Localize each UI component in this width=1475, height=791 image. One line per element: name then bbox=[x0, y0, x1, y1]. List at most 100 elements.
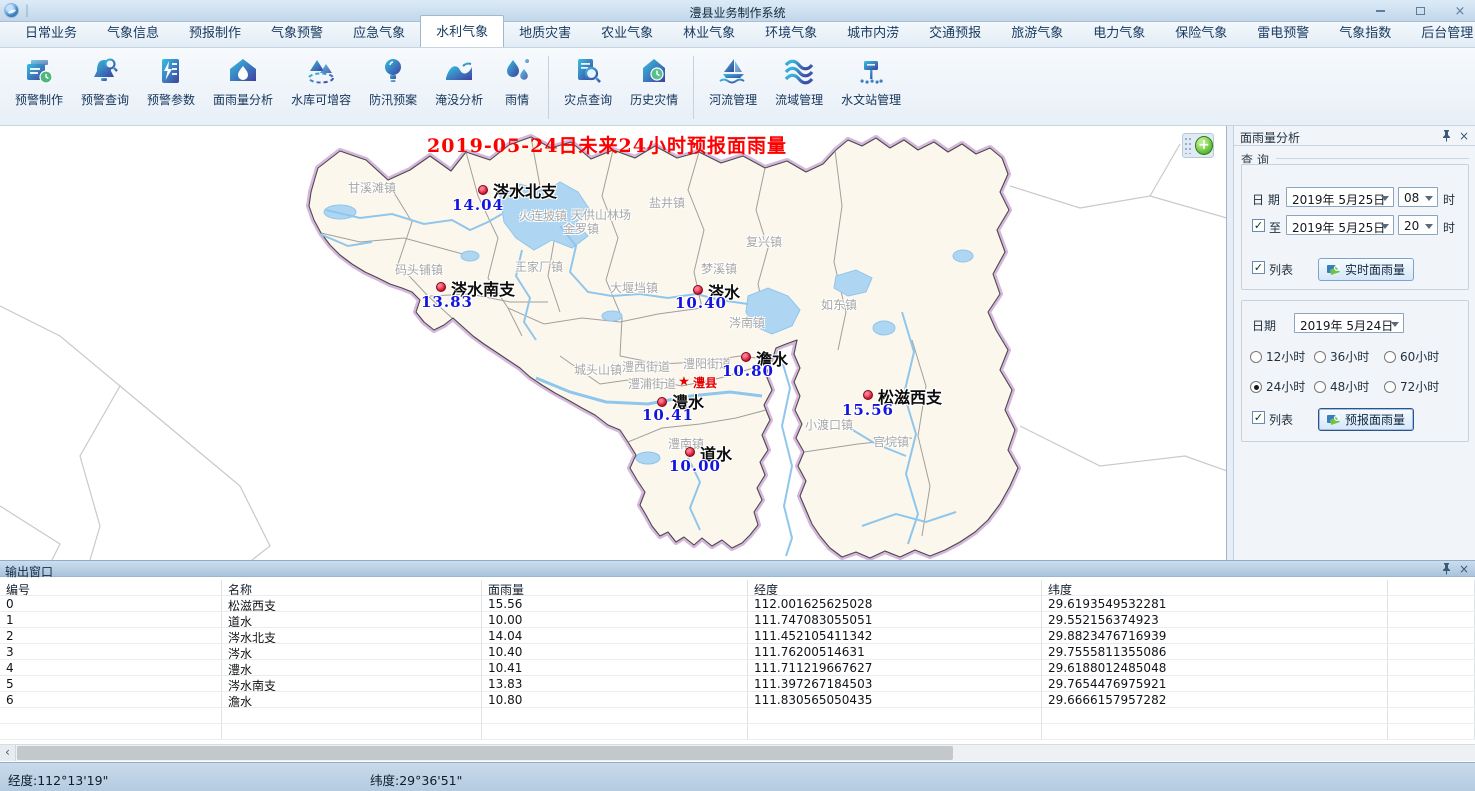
tool-river-manage[interactable]: 河流管理 bbox=[700, 52, 766, 123]
tool-rain-info[interactable]: 雨情 bbox=[492, 52, 542, 123]
menu-weather-index[interactable]: 气象指数 bbox=[1324, 17, 1406, 47]
menu-bar: 日常业务 气象信息 预报制作 气象预警 应急气象 水利气象 地质灾害 农业气象 … bbox=[0, 22, 1475, 48]
menu-backend[interactable]: 后台管理 bbox=[1406, 17, 1475, 47]
col-header-id[interactable]: 编号 bbox=[0, 580, 222, 595]
table-row[interactable]: 3涔水10.40111.7620051463129.7555811355086 bbox=[0, 644, 1475, 660]
town-label: 城头山镇 bbox=[574, 361, 622, 378]
area-rainfall-icon bbox=[227, 56, 259, 86]
station-value: 10.40 bbox=[675, 294, 727, 312]
table-row[interactable]: 0松滋西支15.56112.00162562502829.61935495322… bbox=[0, 596, 1475, 612]
tool-history-disaster[interactable]: 历史灾情 bbox=[621, 52, 687, 123]
drag-grip-icon bbox=[1189, 138, 1191, 154]
table-row[interactable]: 6澹水10.80111.83056505043529.6666157957282 bbox=[0, 692, 1475, 708]
tool-alert-params[interactable]: 预警参数 bbox=[138, 52, 204, 123]
radio-48h[interactable]: 48小时 bbox=[1314, 378, 1369, 395]
date-label: 日 期 bbox=[1252, 191, 1280, 208]
station-marker[interactable] bbox=[741, 352, 751, 362]
application-window: | 澧县业务制作系统 × 日常业务 气象信息 预报制作 气象预警 应急气象 水利… bbox=[0, 0, 1475, 791]
town-label: 澧浦街道 bbox=[628, 375, 676, 392]
menu-emergency[interactable]: 应急气象 bbox=[338, 17, 420, 47]
menu-forestry[interactable]: 林业气象 bbox=[668, 17, 750, 47]
forecast-date-select[interactable]: 2019年 5月24日 bbox=[1294, 313, 1404, 333]
station-value: 10.80 bbox=[722, 362, 774, 380]
pin-icon[interactable] bbox=[1439, 129, 1453, 143]
table-row[interactable]: 1道水10.00111.74708305505129.552156374923 bbox=[0, 612, 1475, 628]
panel-close-icon[interactable]: × bbox=[1457, 129, 1471, 143]
menu-daily[interactable]: 日常业务 bbox=[10, 17, 92, 47]
start-date-select[interactable]: 2019年 5月25日 bbox=[1286, 187, 1394, 207]
end-date-select[interactable]: 2019年 5月25日 bbox=[1286, 215, 1394, 235]
end-date-checkbox[interactable]: ✓ bbox=[1252, 219, 1265, 232]
radio-24h[interactable]: 24小时 bbox=[1250, 378, 1305, 395]
table-row[interactable]: 4澧水10.41111.71121966762729.6188012485048 bbox=[0, 660, 1475, 676]
town-label: 王家厂镇 bbox=[515, 258, 563, 275]
station-marker[interactable] bbox=[685, 447, 695, 457]
map-tool-popout[interactable]: + bbox=[1182, 133, 1214, 158]
hydrostation-manage-icon bbox=[855, 56, 887, 86]
col-header-latitude[interactable]: 纬度 bbox=[1042, 580, 1388, 595]
table-header-row: 编号 名称 面雨量 经度 纬度 bbox=[0, 580, 1475, 596]
scroll-left-button[interactable]: ‹ bbox=[0, 745, 16, 761]
toolbar-divider bbox=[693, 56, 694, 119]
rain-info-icon bbox=[501, 56, 533, 86]
map-canvas[interactable]: 2019-05-24日未来24小时预报面雨量 甘溪滩镇 火连坡镇 天供山林场 金… bbox=[0, 126, 1227, 560]
end-hour-select[interactable]: 20 bbox=[1398, 215, 1438, 235]
station-marker[interactable] bbox=[436, 282, 446, 292]
menu-forecast-make[interactable]: 预报制作 bbox=[174, 17, 256, 47]
pin-icon[interactable] bbox=[1439, 562, 1453, 576]
output-window: 输出窗口 × 编号 名称 面雨量 经度 纬度 0松滋西支15.56112.001… bbox=[0, 560, 1475, 762]
list-label: 列表 bbox=[1269, 411, 1293, 428]
group-divider bbox=[1276, 158, 1469, 159]
tool-alert-query[interactable]: 预警查询 bbox=[72, 52, 138, 123]
to-label: 至 bbox=[1269, 219, 1281, 236]
flood-plan-icon bbox=[377, 56, 409, 86]
output-close-icon[interactable]: × bbox=[1457, 562, 1471, 576]
station-marker[interactable] bbox=[863, 390, 873, 400]
menu-urban-flood[interactable]: 城市内涝 bbox=[832, 17, 914, 47]
map-title: 2019-05-24日未来24小时预报面雨量 bbox=[427, 131, 787, 158]
col-header-name[interactable]: 名称 bbox=[222, 580, 482, 595]
radio-12h[interactable]: 12小时 bbox=[1250, 348, 1305, 365]
menu-insurance[interactable]: 保险气象 bbox=[1160, 17, 1242, 47]
menu-tourism[interactable]: 旅游气象 bbox=[996, 17, 1078, 47]
list-checkbox[interactable]: ✓ bbox=[1252, 261, 1265, 274]
tool-area-rainfall[interactable]: 面雨量分析 bbox=[204, 52, 282, 123]
tool-flood-plan[interactable]: 防汛预案 bbox=[360, 52, 426, 123]
col-header-longitude[interactable]: 经度 bbox=[748, 580, 1042, 595]
radio-60h[interactable]: 60小时 bbox=[1384, 348, 1439, 365]
station-marker[interactable] bbox=[478, 185, 488, 195]
zoom-in-icon[interactable]: + bbox=[1195, 136, 1213, 155]
tool-hydrostation-manage[interactable]: 水文站管理 bbox=[832, 52, 910, 123]
menu-weather-warning[interactable]: 气象预警 bbox=[256, 17, 338, 47]
menu-power[interactable]: 电力气象 bbox=[1078, 17, 1160, 47]
output-title: 输出窗口 bbox=[5, 563, 53, 580]
menu-environment[interactable]: 环境气象 bbox=[750, 17, 832, 47]
tool-submerge[interactable]: 淹没分析 bbox=[426, 52, 492, 123]
tool-basin-manage[interactable]: 流域管理 bbox=[766, 52, 832, 123]
submerge-icon bbox=[443, 56, 475, 86]
menu-lightning[interactable]: 雷电预警 bbox=[1242, 17, 1324, 47]
tool-alert-make[interactable]: 预警制作 bbox=[6, 52, 72, 123]
forecast-list-checkbox[interactable]: ✓ bbox=[1252, 411, 1265, 424]
radio-36h[interactable]: 36小时 bbox=[1314, 348, 1369, 365]
station-value: 15.56 bbox=[842, 401, 894, 419]
table-row[interactable]: 5涔水南支13.83111.39726718450329.76544769759… bbox=[0, 676, 1475, 692]
menu-weather-info[interactable]: 气象信息 bbox=[92, 17, 174, 47]
col-header-rainfall[interactable]: 面雨量 bbox=[482, 580, 748, 595]
town-label: 大堰垱镇 bbox=[610, 279, 658, 296]
radio-72h[interactable]: 72小时 bbox=[1384, 378, 1439, 395]
menu-geo-disaster[interactable]: 地质灾害 bbox=[504, 17, 586, 47]
tool-disaster-point[interactable]: 灾点查询 bbox=[555, 52, 621, 123]
status-bar: 经度:112°13'19" 纬度:29°36'51" bbox=[0, 762, 1475, 791]
menu-hydrology[interactable]: 水利气象 bbox=[420, 15, 504, 47]
scrollbar-thumb[interactable] bbox=[17, 746, 953, 760]
table-row[interactable]: 2涔水北支14.04111.45210541134229.88234767169… bbox=[0, 628, 1475, 644]
realtime-rainfall-button[interactable]: 实时面雨量 bbox=[1318, 258, 1414, 281]
tool-reservoir[interactable]: 水库可增容 bbox=[282, 52, 360, 123]
horizontal-scrollbar[interactable]: ‹ bbox=[0, 744, 1475, 761]
basin-manage-icon bbox=[783, 56, 815, 86]
forecast-rainfall-button[interactable]: 预报面雨量 bbox=[1318, 408, 1414, 431]
start-hour-select[interactable]: 08 bbox=[1398, 187, 1438, 207]
menu-traffic[interactable]: 交通预报 bbox=[914, 17, 996, 47]
menu-agriculture[interactable]: 农业气象 bbox=[586, 17, 668, 47]
